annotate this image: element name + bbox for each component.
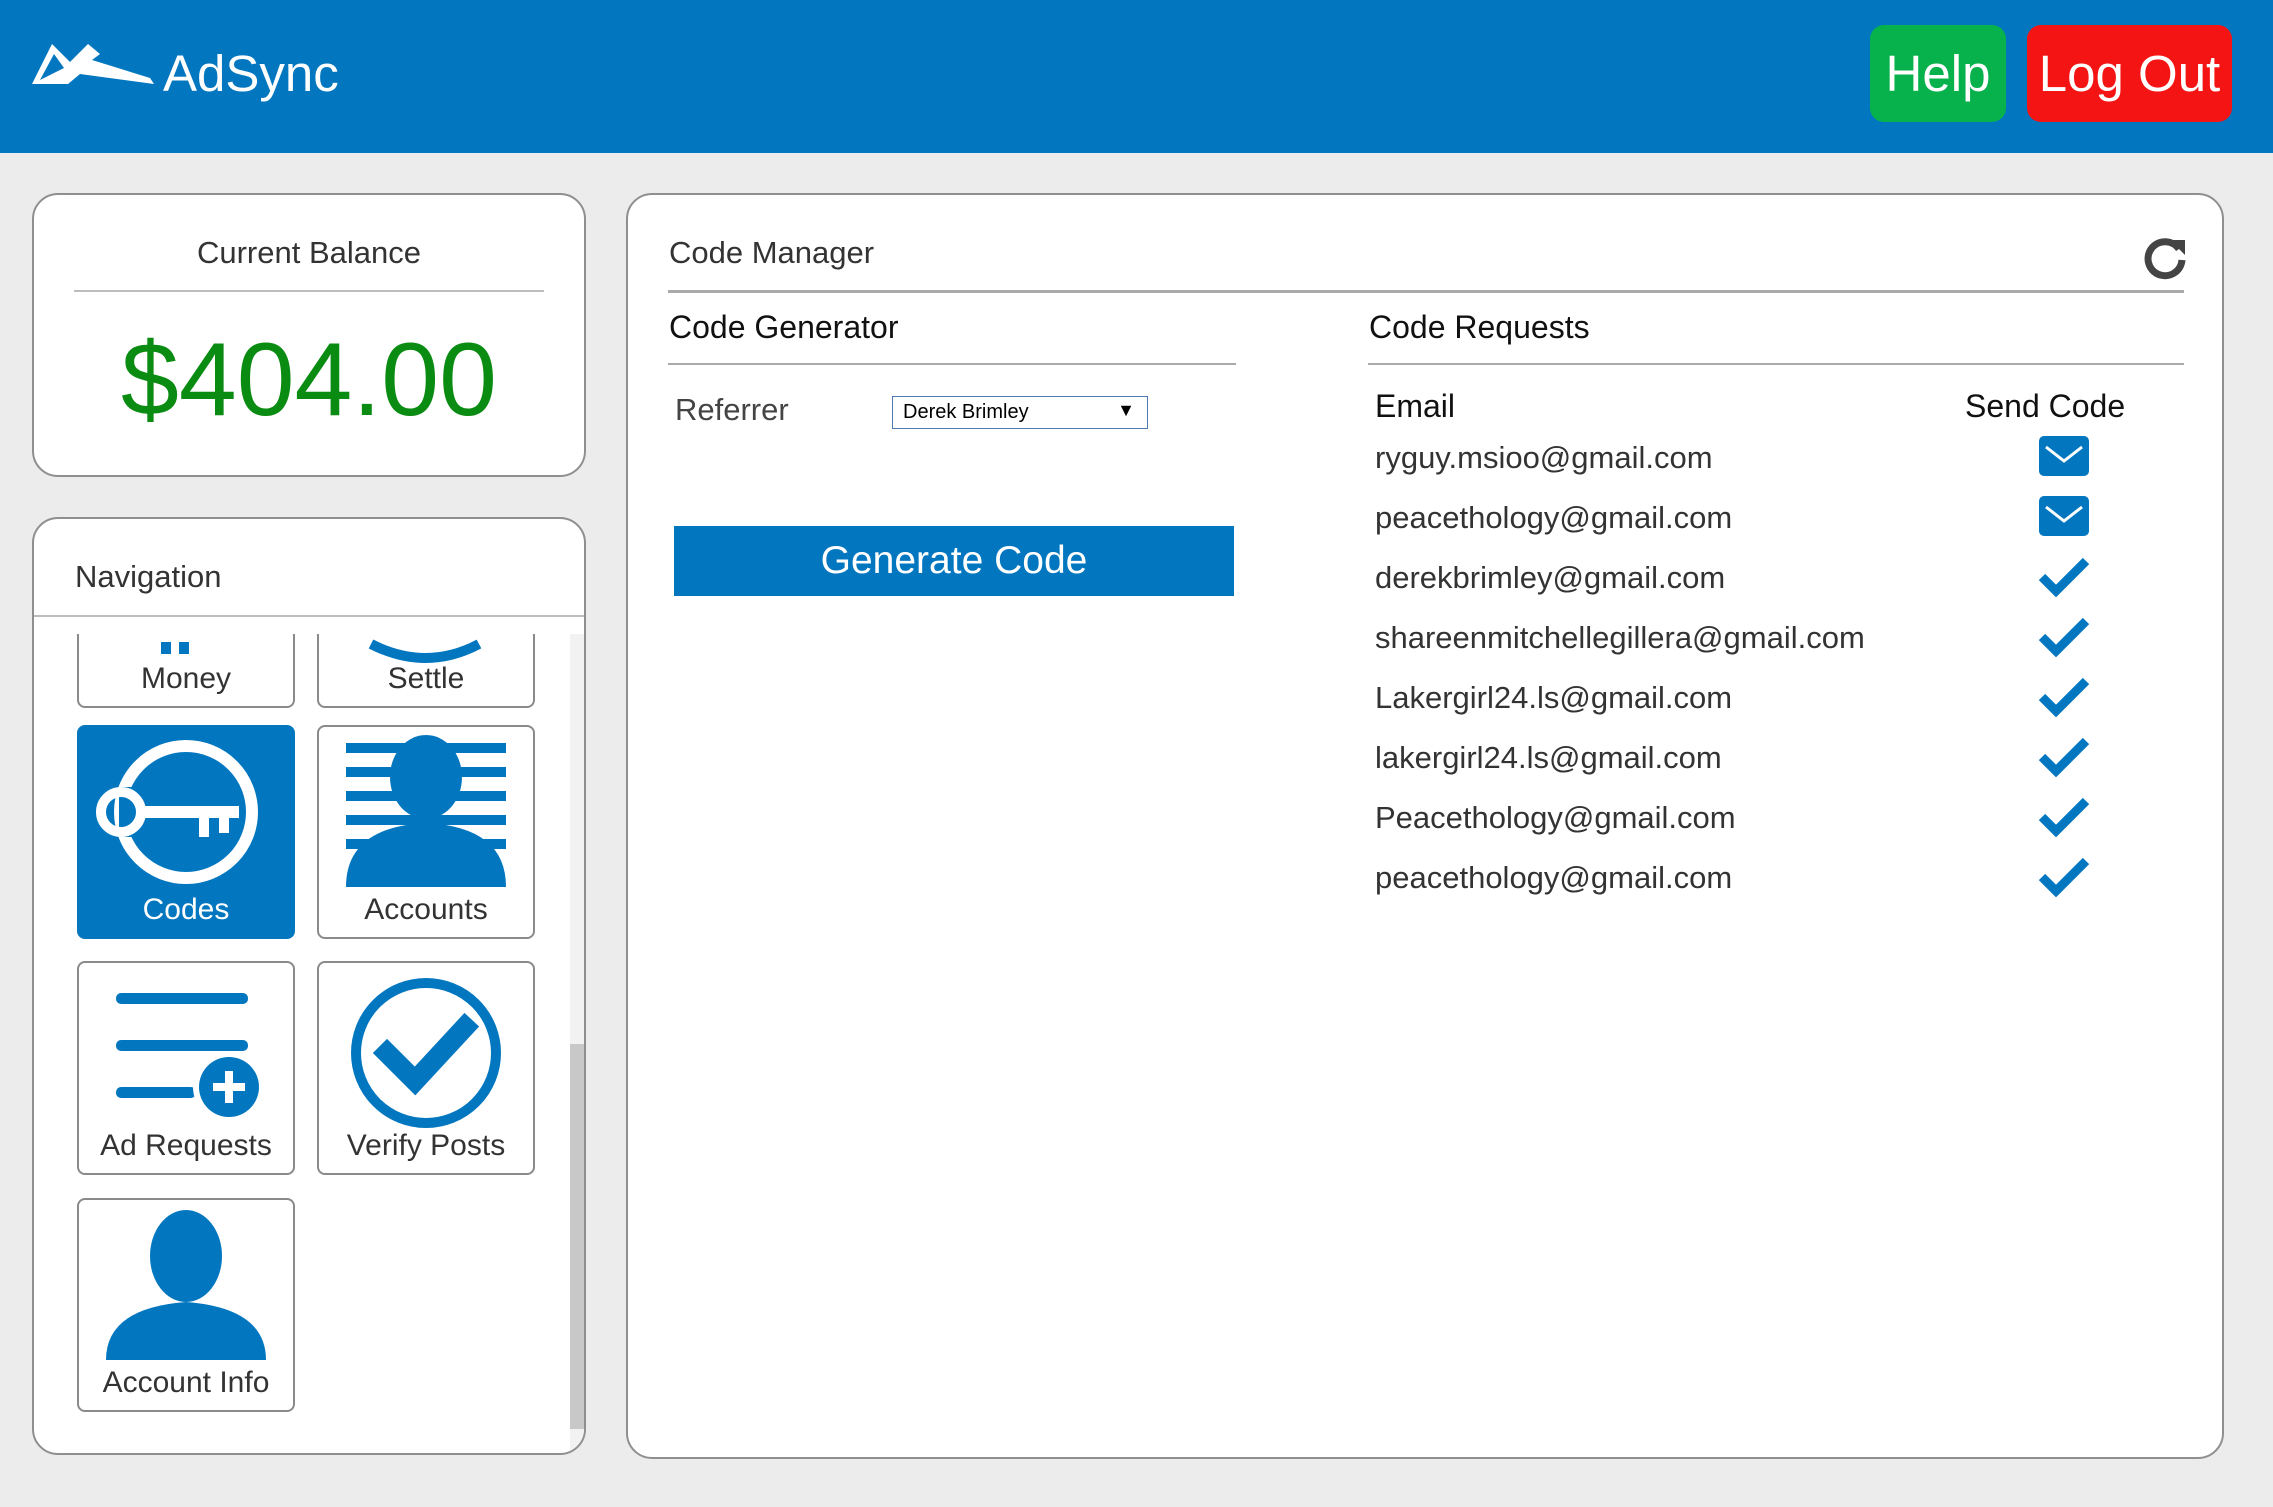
nav-tile-verify-posts[interactable]: Verify Posts xyxy=(317,961,535,1175)
request-email: derekbrimley@gmail.com xyxy=(1375,560,1726,595)
nav-tile-label: Settle xyxy=(387,662,465,695)
column-header-email: Email xyxy=(1375,388,1456,424)
nav-tile-codes[interactable]: Codes xyxy=(77,725,295,939)
request-email: ryguy.msioo@gmail.com xyxy=(1375,440,1713,475)
check-icon xyxy=(2038,857,2090,897)
envelope-icon[interactable] xyxy=(2038,495,2090,537)
code-manager-panel: Code Manager Code Generator Referrer Der… xyxy=(626,193,2224,1459)
code-requests-title: Code Requests xyxy=(1369,309,1590,345)
nav-tile-settle[interactable]: Settle xyxy=(317,634,535,708)
nav-tile-account-info[interactable]: Account Info xyxy=(77,1198,295,1412)
app-name: AdSync xyxy=(163,45,339,102)
refresh-icon[interactable] xyxy=(2140,232,2190,282)
check-icon xyxy=(2038,617,2090,657)
nav-scrollbar-thumb[interactable] xyxy=(570,1044,584,1429)
nav-tile-accounts[interactable]: Accounts xyxy=(317,725,535,939)
navigation-title: Navigation xyxy=(75,559,222,594)
dropdown-arrow-icon: ▼ xyxy=(1117,400,1135,420)
divider xyxy=(34,615,584,617)
balance-panel: Current Balance $404.00 xyxy=(32,193,586,477)
navigation-scroll-area[interactable]: Money Settle Codes Accounts Ad Requests … xyxy=(34,634,584,1453)
nav-tile-label: Account Info xyxy=(102,1366,270,1399)
check-icon xyxy=(2038,557,2090,597)
divider xyxy=(1368,363,2184,365)
nav-tile-label: Money xyxy=(140,662,232,695)
nav-tile-label: Ad Requests xyxy=(100,1129,272,1162)
request-email: Lakergirl24.ls@gmail.com xyxy=(1375,680,1733,715)
envelope-icon[interactable] xyxy=(2038,435,2090,477)
adsync-logo-icon xyxy=(32,44,154,84)
help-button[interactable]: Help xyxy=(1870,25,2006,122)
referrer-selected-value: Derek Brimley xyxy=(903,401,1029,423)
top-bar: AdSync Help Log Out xyxy=(0,0,2273,153)
request-email: Peacethology@gmail.com xyxy=(1375,800,1736,835)
nav-tile-label: Verify Posts xyxy=(346,1129,506,1162)
generate-code-button[interactable]: Generate Code xyxy=(674,526,1234,596)
check-icon xyxy=(2038,677,2090,717)
nav-tile-ad-requests[interactable]: Ad Requests xyxy=(77,961,295,1175)
logout-button[interactable]: Log Out xyxy=(2027,25,2232,122)
divider xyxy=(74,290,544,292)
balance-title: Current Balance xyxy=(196,235,421,270)
nav-tile-label: Codes xyxy=(142,893,230,926)
request-email: lakergirl24.ls@gmail.com xyxy=(1375,740,1722,775)
check-icon xyxy=(2038,737,2090,777)
referrer-label: Referrer xyxy=(675,392,789,427)
divider xyxy=(668,290,2184,293)
request-email: peacethology@gmail.com xyxy=(1375,860,1733,895)
divider xyxy=(668,363,1236,365)
code-generator-title: Code Generator xyxy=(669,309,899,345)
nav-tile-money[interactable]: Money xyxy=(77,634,295,708)
balance-amount: $404.00 xyxy=(121,322,497,438)
navigation-panel: Navigation Money Settle Codes Accounts A… xyxy=(32,517,586,1455)
check-icon xyxy=(2038,797,2090,837)
code-manager-title: Code Manager xyxy=(669,235,875,270)
referrer-select[interactable]: Derek Brimley ▼ xyxy=(892,396,1148,429)
nav-tile-label: Accounts xyxy=(364,893,488,926)
column-header-send-code: Send Code xyxy=(1965,388,2126,424)
request-email: peacethology@gmail.com xyxy=(1375,500,1733,535)
request-email: shareenmitchellegillera@gmail.com xyxy=(1375,620,1865,655)
